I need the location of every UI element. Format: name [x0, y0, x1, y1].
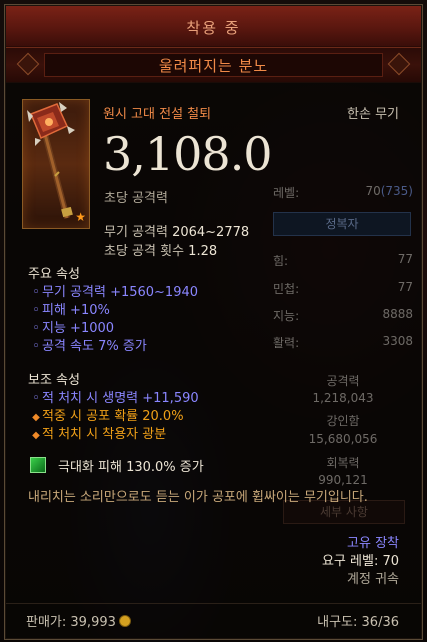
secondary-affix: ◆ 적 처치 시 착용자 광분 — [32, 427, 167, 442]
recovery-stat-value: 990,121 — [318, 473, 368, 487]
item-type: 원시 고대 전설 철퇴 — [103, 107, 212, 122]
primary-affix: ◦ 피해 +10% — [32, 303, 110, 318]
attack-speed-line: 초당 공격 횟수 1.28 — [104, 240, 217, 259]
gem-socket-line: 극대화 피해 130.0% 증가 — [30, 456, 204, 475]
tooltip-body: ★ 원시 고대 전설 철퇴 한손 무기 3,108.0 초당 공격력 무기 공격… — [6, 82, 421, 638]
level-label: 레벨: — [273, 186, 300, 200]
stat-label: 지능: — [273, 309, 300, 323]
stat-label: 활력: — [273, 336, 300, 350]
sell-price: 판매가: 39,993 — [26, 611, 131, 630]
level-value: 70(735) — [365, 184, 413, 198]
paragon-button[interactable]: 정복자 — [273, 212, 411, 236]
stat-row-dexterity: 민첩: 77 — [273, 280, 413, 296]
equipped-label: 착용 중 — [186, 19, 241, 37]
stat-value: 77 — [397, 252, 413, 266]
stat-label: 힘: — [273, 254, 289, 268]
level-row: 레벨: 70(735) — [273, 184, 413, 200]
primary-affix: ◦ 무기 공격력 +1560~1940 — [32, 285, 199, 300]
weapon-damage-value: 2064~2778 — [172, 225, 250, 240]
required-level: 요구 레벨: 70 — [321, 554, 399, 569]
tooltip-footer: 판매가: 39,993 내구도: 36/36 — [6, 604, 421, 638]
mace-icon — [27, 102, 75, 219]
secondary-attributes-title: 보조 속성 — [28, 373, 80, 388]
item-icon-frame: ★ — [22, 99, 90, 229]
primary-affix: ◦ 공격 속도 7% 증가 — [32, 339, 147, 354]
weapon-damage-line: 무기 공격력 2064~2778 — [104, 221, 249, 240]
sell-price-text: 판매가: 39,993 — [26, 615, 116, 630]
flavor-text: 내리치는 소리만으로도 듣는 이가 공포에 휩싸이는 무기입니다. — [28, 490, 368, 505]
item-slot: 한손 무기 — [347, 107, 399, 122]
equipped-header: 착용 중 — [6, 6, 421, 47]
recovery-stat-label: 회복력 — [326, 456, 360, 470]
green-gem-icon — [30, 457, 46, 473]
stat-row-vitality: 활력: 3308 — [273, 334, 413, 350]
paragon-value: (735) — [380, 184, 413, 198]
secondary-affix: ◦ 적 처치 시 생명력 +11,590 — [32, 391, 199, 406]
damage-per-second-value: 3,108.0 — [103, 127, 273, 181]
weapon-damage-label: 무기 공격력 — [104, 225, 168, 240]
secondary-affix: ◆ 적중 시 공포 확률 20.0% — [32, 409, 184, 424]
toughness-stat-value: 15,680,056 — [308, 432, 378, 446]
stat-value: 3308 — [382, 334, 413, 348]
damage-stat-value: 1,218,043 — [312, 391, 374, 405]
stat-value: 77 — [397, 280, 413, 294]
gold-coin-icon — [118, 615, 131, 627]
stat-row-strength: 힘: 77 — [273, 252, 413, 268]
durability: 내구도: 36/36 — [317, 615, 399, 630]
ancient-star-icon: ★ — [75, 210, 86, 224]
item-tooltip: 착용 중 울려퍼지는 분노 ★ 원시 고대 전설 철퇴 한손 무기 3,108.… — [4, 4, 423, 640]
damage-per-second-label: 초당 공격력 — [104, 191, 168, 206]
stat-label: 민첩: — [273, 282, 300, 296]
account-bound-tag: 계정 귀속 — [347, 572, 399, 587]
item-name-header: 울려퍼지는 분노 — [6, 47, 421, 83]
stat-value: 8888 — [382, 307, 413, 321]
attack-speed-label: 초당 공격 횟수 — [104, 244, 185, 259]
attack-speed-value: 1.28 — [188, 244, 218, 259]
item-name: 울려퍼지는 분노 — [158, 57, 269, 75]
toughness-stat-label: 강인함 — [326, 414, 360, 428]
unique-equipped-tag: 고유 장착 — [347, 536, 399, 551]
primary-affix: ◦ 지능 +1000 — [32, 321, 115, 336]
primary-attributes-title: 주요 속성 — [28, 267, 80, 282]
gem-effect-text: 극대화 피해 130.0% 증가 — [58, 460, 204, 475]
damage-stat-label: 공격력 — [326, 374, 360, 388]
stat-row-intelligence: 지능: 8888 — [273, 307, 413, 323]
